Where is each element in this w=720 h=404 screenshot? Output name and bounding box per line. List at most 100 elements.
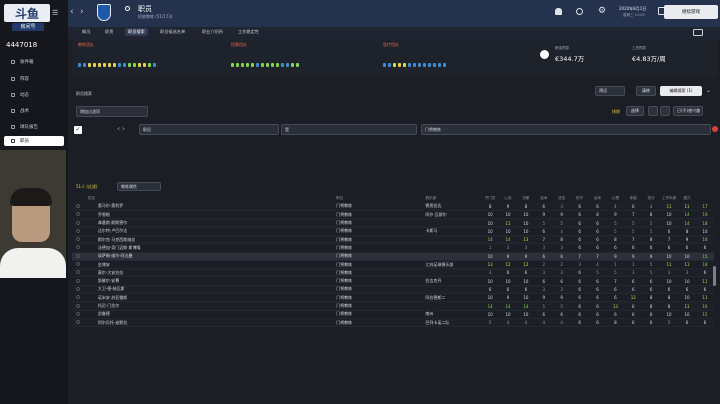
view-select[interactable]: 教练属性 [117, 182, 161, 191]
table-row[interactable]: 托尼·门拉尔 门将教练 14 14 14 5 5 6 6 13 6 8 8 11 16 [72, 301, 714, 311]
rule-field-select[interactable]: 职员 [139, 124, 279, 135]
tab-job-security[interactable]: 工作稳定性 [238, 29, 259, 35]
staff-name[interactable]: 努佛尔·安慕 [87, 276, 337, 286]
tab-overview[interactable]: 概况 [82, 29, 90, 35]
staff-name[interactable]: 斯尔克·马克西斯维丝 [87, 235, 337, 245]
staff-name[interactable]: 诺米安·苏亚雷斯 [87, 293, 337, 303]
forward-arrow-icon[interactable]: › [80, 7, 84, 17]
staff-name[interactable]: 法德加·奇门迈斯·斯博隆 [87, 243, 337, 253]
menu-icon[interactable]: ☰ [52, 9, 58, 17]
staff-name[interactable]: 金博安 [87, 260, 337, 270]
col-a4[interactable]: 技术 [535, 194, 553, 202]
col-a10[interactable]: 执行 [642, 194, 660, 202]
table-row[interactable]: 乔恩格 门将教练 阿尔·瓦斯尔 10 10 10 9 9 6 8 9 7 8 10 14 19 [72, 210, 714, 220]
table-row[interactable]: 凯鲁德 门将教练 南州 10 10 10 6 6 6 6 6 6 6 10 10 15 [72, 310, 714, 319]
staff-club[interactable]: 卡斯马 [425, 227, 482, 237]
continue-button[interactable]: 继续游戏 [664, 5, 718, 19]
col-a11[interactable]: 工作年龄 [660, 194, 678, 202]
staff-name[interactable]: 托尼·门拉尔 [87, 301, 337, 311]
staff-name[interactable]: 凯鲁德 [87, 310, 337, 319]
col-a1[interactable]: 守门员 [481, 194, 499, 202]
staff-name[interactable]: 埃萨姆·维尔·阿达曼 [87, 252, 337, 261]
col-a2[interactable]: 心态 [499, 194, 517, 202]
sidebar-item-staff[interactable]: 职员 [4, 136, 64, 146]
tab-roles[interactable]: 职责 [105, 29, 113, 35]
staff-club[interactable]: 巴列卡诺二队 [425, 318, 482, 328]
staff-club[interactable]: 德男拉达 [425, 202, 482, 212]
rule-nav-arrows[interactable]: < > [117, 126, 125, 131]
option-toggle-2[interactable] [660, 106, 670, 116]
search-icon[interactable] [125, 6, 130, 11]
sidebar-item-inbox[interactable]: 收件箱 [4, 57, 64, 67]
add-filter-select[interactable]: 增加过滤项 [76, 106, 148, 117]
sidebar-item-team-report[interactable]: 球队报告 [4, 122, 64, 132]
staff-name[interactable]: 达尔特·卢巴尔达 [87, 227, 337, 237]
table-scrollbar[interactable] [713, 266, 716, 286]
staff-club[interactable] [425, 243, 482, 253]
collapse-icon[interactable]: ⌄ [706, 87, 711, 94]
staff-club[interactable] [425, 301, 482, 311]
table-row[interactable]: 弗基斯·斯斯德尔 门将教练 10 11 10 5 5 6 6 5 5 5 10 14 18 [72, 218, 714, 228]
select-button[interactable]: 选择 [626, 106, 644, 116]
back-arrow-icon[interactable]: ‹ [70, 7, 74, 17]
staff-club[interactable]: 南州 [425, 310, 482, 319]
table-row[interactable]: 诺米安·苏亚雷斯 门将教练 阿拉德斯二 10 9 10 9 9 6 6 6 12 8 8 10 11 [72, 293, 714, 303]
staff-name[interactable]: 莫尔·大安拉拉 [87, 268, 337, 278]
tab-job-centre[interactable]: 职业介绍所 [202, 29, 223, 35]
table-row[interactable]: 达尔特·卢巴尔达 门将教练 卡斯马 10 10 10 6 4 6 6 5 5 5 6 8 10 [72, 227, 714, 237]
remove-rule-icon[interactable] [712, 126, 718, 132]
help-icon[interactable] [576, 8, 583, 15]
table-row[interactable]: 莫尔·大安拉拉 门将教练 3 6 6 3 3 6 5 5 3 5 3 3 6 [72, 268, 714, 278]
staff-club[interactable]: 阿拉德斯二 [425, 293, 482, 303]
staff-club[interactable] [425, 218, 482, 228]
staff-name[interactable]: 奥马尔·奥利罗 [87, 202, 337, 212]
clear-button[interactable]: 清除 [636, 86, 656, 96]
preset-select[interactable]: 预设 [595, 86, 625, 96]
staff-name[interactable]: 乔恩格 [87, 210, 337, 220]
table-row[interactable]: 斯尔克·马克西斯维丝 门将教练 14 14 13 7 8 6 6 8 7 8 7 9 18 [72, 235, 714, 245]
col-name[interactable]: 姓名 [88, 194, 336, 202]
staff-name[interactable]: 弗基斯·斯斯德尔 [87, 218, 337, 228]
table-row[interactable]: 奥马尔·奥利罗 门将教练 德男拉达 8 9 8 6 3 6 6 4 6 4 11 11 17 [72, 202, 714, 212]
sidebar-item-dynamics[interactable]: 动态 [4, 90, 64, 100]
col-a12[interactable]: 潜力 [678, 194, 696, 202]
club-crest-icon[interactable] [97, 4, 111, 21]
col-a9[interactable]: 体能 [624, 194, 642, 202]
edit-search-button[interactable]: 编辑搜索 (1) [660, 86, 702, 96]
table-row[interactable]: 阿尔贝托·迪默拉 门将教练 巴列卡诺二队 5 4 4 4 4 6 6 8 6 6 5 6 6 [72, 318, 714, 328]
col-club[interactable]: 俱乐部 [425, 194, 481, 202]
staff-club[interactable]: 阿尔·瓦斯尔 [425, 210, 482, 220]
table-row[interactable]: 法德加·奇门迈斯·斯博隆 门将教练 1 3 3 3 3 6 6 6 6 6 6 6 6 [72, 243, 714, 253]
col-a13[interactable] [696, 194, 714, 202]
staff-club[interactable]: 江苏足球俱乐部 [425, 260, 482, 270]
bell-icon[interactable] [555, 8, 562, 15]
gear-icon[interactable]: ⚙ [598, 6, 606, 16]
interest-select[interactable]: 已(不)感兴趣 [673, 106, 703, 116]
rule-value-select[interactable]: 门将教练 [421, 124, 711, 135]
table-row[interactable]: 大卫·德·纳瓦斯 门将教练 6 6 6 3 3 6 6 6 6 6 6 6 6 [72, 285, 714, 295]
staff-club[interactable] [425, 285, 482, 295]
staff-club[interactable] [425, 252, 482, 261]
col-a3[interactable]: 决断 [517, 194, 535, 202]
table-row[interactable]: 金博安 门将教练 江苏足球俱乐部 13 12 12 2 2 3 4 1 1 5 11 11 18 [72, 260, 714, 270]
staff-club[interactable] [425, 268, 482, 278]
sidebar-item-tactics[interactable]: 战术 [4, 106, 64, 116]
col-a6[interactable]: 防守 [571, 194, 589, 202]
subbar-toggle-icon[interactable] [693, 29, 703, 36]
rule-operator-select[interactable]: 是 [281, 124, 417, 135]
col-a7[interactable]: 战术 [589, 194, 607, 202]
table-row[interactable]: 努佛尔·安慕 门将教练 拉吉克丹 10 10 10 6 6 6 6 7 6 6 10 10 11 [72, 276, 714, 286]
tab-shortlist[interactable]: 职员候选名单 [160, 29, 185, 35]
rule-checkbox[interactable]: ✓ [74, 126, 82, 134]
col-a8[interactable]: 心理 [606, 194, 624, 202]
table-row[interactable]: 埃萨姆·维尔·阿达曼 门将教练 10 9 9 6 6 7 7 9 9 9 10 10 15 [72, 252, 714, 261]
option-toggle-1[interactable] [648, 106, 658, 116]
staff-name[interactable]: 阿尔贝托·迪默拉 [87, 318, 337, 328]
tab-staff-search[interactable]: 职员搜索 [125, 28, 148, 36]
staff-club[interactable]: 拉吉克丹 [425, 276, 482, 286]
staff-club[interactable] [425, 235, 482, 245]
col-a5[interactable]: 进攻 [553, 194, 571, 202]
staff-name[interactable]: 大卫·德·纳瓦斯 [87, 285, 337, 295]
sidebar-item-squad[interactable]: 阵容 [4, 74, 64, 84]
col-role[interactable]: 职位 [336, 194, 425, 202]
